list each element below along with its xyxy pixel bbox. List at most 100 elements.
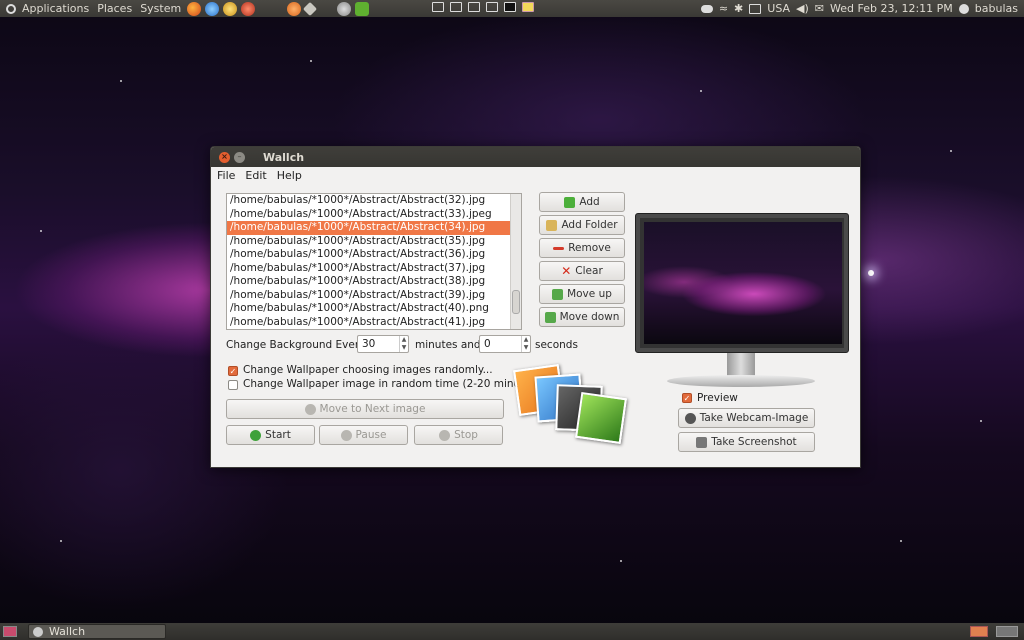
list-item[interactable]: /home/babulas/*1000*/Abstract/Abstract(3… (227, 248, 510, 262)
preview-checkbox[interactable]: ✓ (682, 393, 692, 403)
network-icon[interactable]: ≈ (719, 2, 728, 15)
minutes-value: 30 (362, 338, 376, 350)
seconds-spin-arrows[interactable]: ▲ ▼ (521, 336, 530, 352)
titlebar: × – Wallch (211, 147, 860, 167)
trash-icon[interactable] (970, 626, 988, 637)
workspace-switcher[interactable] (996, 626, 1018, 637)
random-time-checkbox[interactable] (228, 380, 238, 390)
user-name[interactable]: babulas (975, 2, 1018, 15)
menu-file[interactable]: File (217, 169, 235, 182)
monitor-stand-base (667, 375, 815, 387)
pause-icon (340, 429, 352, 441)
stop-button[interactable]: Stop (414, 425, 503, 445)
move-up-button-label: Move up (567, 288, 612, 300)
clock[interactable]: Wed Feb 23, 12:11 PM (830, 2, 953, 15)
random-time-label[interactable]: Change Wallpaper image in random time (2… (243, 378, 540, 390)
firefox-icon[interactable] (187, 1, 202, 16)
wallpaper-stack-image (513, 357, 636, 455)
wallch-window: × – Wallch File Edit Help /home/babulas/… (210, 146, 861, 468)
taskbar-item-wallch[interactable]: Wallch (28, 624, 166, 639)
bottom-panel: Wallch (0, 623, 1024, 640)
star (900, 540, 902, 542)
stack-image-green (575, 392, 627, 444)
mail-client-icon[interactable] (223, 1, 238, 16)
pause-button[interactable]: Pause (319, 425, 408, 445)
pidgin-icon[interactable] (337, 1, 352, 16)
arrow-down-icon (544, 311, 556, 323)
star (120, 80, 122, 82)
seconds-spinner[interactable]: 0 ▲ ▼ (479, 335, 531, 353)
minus-icon (553, 246, 565, 250)
mail-icon[interactable]: ✉ (815, 2, 824, 15)
list-item[interactable]: /home/babulas/*1000*/Abstract/Abstract(3… (227, 275, 510, 289)
qt-creator-icon[interactable] (355, 1, 370, 16)
seconds-label: seconds (535, 339, 578, 351)
edit-icon[interactable] (432, 2, 444, 12)
scrollbar-thumb[interactable] (512, 290, 520, 314)
move-next-button[interactable]: Move to Next image (226, 399, 504, 419)
move-up-button[interactable]: Move up (539, 284, 625, 304)
app-launcher-icon[interactable] (241, 1, 256, 16)
stop-button-label: Stop (454, 429, 478, 441)
bright-star (868, 270, 874, 276)
camera-icon (696, 436, 708, 448)
next-icon (304, 403, 316, 415)
remove-button[interactable]: Remove (539, 238, 625, 258)
list-item[interactable]: /home/babulas/*1000*/Abstract/Abstract(4… (227, 316, 510, 330)
star (310, 60, 312, 62)
random-order-label[interactable]: Change Wallpaper choosing images randoml… (243, 364, 493, 376)
notes-icon[interactable] (522, 2, 534, 12)
wallch-app-icon (33, 626, 43, 637)
minutes-spinner[interactable]: 30 ▲ ▼ (357, 335, 409, 353)
list-item[interactable]: /home/babulas/*1000*/Abstract/Abstract(3… (227, 262, 510, 276)
minutes-spin-arrows[interactable]: ▲ ▼ (399, 336, 408, 352)
list-item[interactable]: /home/babulas/*1000*/Abstract/Abstract(4… (227, 302, 510, 316)
pause-button-label: Pause (355, 429, 387, 441)
weather-icon[interactable] (700, 4, 713, 13)
banshee-icon[interactable] (287, 1, 302, 16)
folder-icon (546, 219, 558, 231)
webcam-button-label: Take Webcam-Image (699, 412, 809, 424)
arrow-up-icon (552, 288, 564, 300)
screenshot-button[interactable]: Take Screenshot (678, 432, 815, 452)
session-icon[interactable] (958, 3, 969, 14)
move-down-button[interactable]: Move down (539, 307, 625, 327)
show-desktop-icon[interactable] (3, 626, 17, 637)
close-icon[interactable]: × (219, 151, 230, 163)
lock-icon[interactable] (468, 2, 480, 12)
star (700, 90, 702, 92)
seconds-value: 0 (484, 338, 491, 350)
start-button[interactable]: Start (226, 425, 315, 445)
display-icon[interactable] (450, 2, 462, 12)
screenshot-icon[interactable] (486, 2, 498, 12)
browser-icon[interactable] (205, 1, 220, 16)
list-item[interactable]: /home/babulas/*1000*/Abstract/Abstract(3… (227, 235, 510, 249)
places-menu[interactable]: Places (93, 0, 136, 17)
minimize-icon[interactable]: – (234, 151, 245, 163)
list-item[interactable]: /home/babulas/*1000*/Abstract/Abstract(3… (227, 208, 510, 222)
applications-menu[interactable]: Applications (18, 0, 93, 17)
terminal-icon[interactable] (504, 2, 516, 12)
random-order-checkbox[interactable]: ✓ (228, 366, 238, 376)
image-file-list[interactable]: /home/babulas/*1000*/Abstract/Abstract(3… (226, 193, 522, 330)
keyboard-layout[interactable]: USA (767, 2, 790, 15)
add-folder-button[interactable]: Add Folder (539, 215, 625, 235)
menu-help[interactable]: Help (277, 169, 302, 182)
list-item[interactable]: /home/babulas/*1000*/Abstract/Abstract(3… (227, 194, 510, 208)
menu-edit[interactable]: Edit (245, 169, 266, 182)
list-item-selected[interactable]: /home/babulas/*1000*/Abstract/Abstract(3… (227, 221, 510, 235)
ubuntu-logo-icon[interactable] (6, 3, 16, 14)
preview-label[interactable]: Preview (697, 392, 738, 404)
system-menu[interactable]: System (136, 0, 185, 17)
clear-button[interactable]: ✕ Clear (539, 261, 625, 281)
bluetooth-icon[interactable]: ✱ (734, 2, 743, 15)
keyboard-icon[interactable] (749, 3, 762, 14)
list-scrollbar[interactable] (510, 194, 521, 329)
add-button[interactable]: Add (539, 192, 625, 212)
play-icon (250, 429, 262, 441)
volume-icon[interactable]: ◀) (796, 2, 809, 15)
webcam-button[interactable]: Take Webcam-Image (678, 408, 815, 428)
package-icon[interactable] (303, 1, 318, 16)
list-item[interactable]: /home/babulas/*1000*/Abstract/Abstract(3… (227, 289, 510, 303)
star (620, 560, 622, 562)
